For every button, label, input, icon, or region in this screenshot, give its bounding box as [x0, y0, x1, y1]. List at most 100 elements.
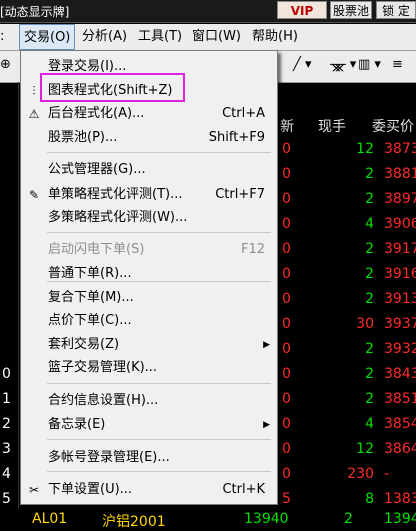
latest-price: 0 [282, 166, 291, 182]
menu-item-label: 备忘录(E) [48, 417, 106, 432]
volume: 12 [356, 141, 374, 157]
table-row[interactable]: AL01 沪铝2001 13940 2 1394 [0, 509, 416, 531]
title-bar: [动态显示牌] VIP 股票池 锁 定 [0, 0, 416, 23]
bid-price: 3913.0 [384, 291, 416, 307]
volume: 2 [365, 191, 374, 207]
menu-item-label: 篮子交易管理(K)... [48, 360, 158, 375]
toolbar-edge-icon[interactable]: ⊕ [0, 57, 11, 72]
menu-tools[interactable]: 工具(T) [138, 24, 182, 50]
lock-button[interactable]: 锁 定 [376, 1, 416, 19]
menu-item-label: 公式管理器(G)... [48, 162, 146, 177]
volume: 2 [365, 166, 374, 182]
menu-item-label: 多策略程式化评测(W)... [48, 210, 188, 225]
menu-item[interactable]: 点价下单(C)... [21, 310, 277, 332]
volume: 2 [365, 391, 374, 407]
bid-price: 3897.0 [384, 191, 416, 207]
menu-item[interactable]: 篮子交易管理(K)... [21, 357, 277, 379]
submenu-arrow-icon: ▶ [263, 340, 270, 350]
menu-separator [47, 383, 271, 384]
menu-item-shortcut: Shift+F9 [208, 130, 265, 145]
volume: 2 [365, 241, 374, 257]
menu-item[interactable]: 公式管理器(G)... [21, 159, 277, 181]
menu-separator [47, 232, 271, 233]
menu-item[interactable]: 备忘录(E) ▶ [21, 414, 277, 436]
bid-price: 1394 [384, 511, 416, 527]
row-index: 1 [2, 391, 11, 407]
menu-item[interactable]: 股票池(P)... Shift+F9 [21, 127, 277, 149]
menu-item[interactable]: 套利交易(Z) ▶ [21, 334, 277, 356]
latest-price: 0 [282, 191, 291, 207]
bid-price: 3873.0 [384, 141, 416, 157]
bid-price: 3881.0 [384, 166, 416, 182]
menu-item-label: 后台程式化(A)... [48, 106, 145, 121]
bid-price: 3843.0 [384, 366, 416, 382]
menu-item[interactable]: 多策略程式化评测(W)... [21, 207, 277, 229]
menu-separator [47, 152, 271, 153]
volume: 8 [365, 491, 374, 507]
vip-button[interactable]: VIP [277, 1, 327, 19]
row-index: 4 [2, 466, 11, 482]
volume: 4 [365, 416, 374, 432]
row-index: 5 [2, 491, 11, 507]
latest-price: 0 [282, 216, 291, 232]
contract-code: AL01 [32, 511, 68, 527]
menu-item-label: 多帐号登录管理(E)... [48, 450, 170, 465]
menu-item-shortcut: F12 [240, 242, 265, 257]
menu-item-label: 套利交易(Z) [48, 337, 120, 352]
stock-pool-button[interactable]: 股票池 [330, 1, 372, 19]
warning-icon: ⚠ [28, 107, 40, 121]
bid-price: - [384, 466, 390, 482]
menu-item-label: 合约信息设置(H)... [48, 393, 159, 408]
row-index: 3 [2, 441, 11, 457]
menu-item[interactable]: 合约信息设置(H)... [21, 390, 277, 412]
latest-price: 5 [282, 491, 291, 507]
menu-item-shortcut: Ctrl+A [222, 106, 265, 121]
menu-item-label: 单策略程式化评测(T)... [48, 187, 183, 202]
window-title: [动态显示牌] [0, 5, 70, 19]
trade-menu: 登录交易(I)... ⫶ 图表程式化(Shift+Z) ⚠ 后台程式化(A)... Ctr… [20, 50, 278, 505]
menu-separator [47, 471, 271, 472]
menu-item[interactable]: 复合下单(M)... [21, 287, 277, 309]
menu-item[interactable]: 多帐号登录管理(E)... [21, 447, 277, 469]
latest-price: 0 [282, 241, 291, 257]
line-style-icon[interactable]: ╱ ▾ [293, 57, 311, 72]
menu-trade[interactable]: 交易(O) [19, 24, 75, 50]
latest-price: 0 [282, 366, 291, 382]
latest-price: 0 [282, 391, 291, 407]
volume: 30 [356, 316, 374, 332]
menu-item-label: 下单设置(U)... [48, 482, 133, 497]
menu-item[interactable]: ✂ 下单设置(U)... Ctrl+K [21, 479, 277, 501]
volume: 2 [365, 266, 374, 282]
menu-item-label: 复合下单(M)... [48, 290, 134, 305]
row-index: 0 [2, 366, 11, 382]
align-icon[interactable]: ≡ [392, 57, 403, 72]
bid-price: 3917.0 [384, 241, 416, 257]
bid-price: 3916.0 [384, 266, 416, 282]
bid-price: 3864.0 [384, 441, 416, 457]
menu-item-label: 股票池(P)... [48, 130, 118, 145]
contract-name: 沪铝2001 [102, 514, 166, 530]
scissors-icon: ✂ [28, 483, 40, 497]
grid-icon[interactable]: ᚘ ▾ [330, 57, 356, 72]
menu-window[interactable]: 窗口(W) [192, 24, 241, 50]
columns-icon[interactable]: ▥ ▾ [358, 57, 381, 72]
bid-price: 1383 [384, 491, 416, 507]
volume: 2 [344, 511, 353, 527]
menu-bar: : 交易(O) 分析(A) 工具(T) 窗口(W) 帮助(H) [0, 24, 416, 51]
menu-item[interactable]: ✎ 单策略程式化评测(T)... Ctrl+F7 [21, 184, 277, 206]
bid-price: 3906.0 [384, 216, 416, 232]
menu-analysis[interactable]: 分析(A) [82, 24, 127, 50]
menu-item[interactable]: ⚠ 后台程式化(A)... Ctrl+A [21, 103, 277, 125]
latest-price: 0 [282, 441, 291, 457]
latest-price: 0 [282, 266, 291, 282]
latest-price: 0 [282, 341, 291, 357]
menu-item-shortcut: Ctrl+K [222, 482, 265, 497]
pen-icon: ✎ [28, 188, 40, 202]
menu-help[interactable]: 帮助(H) [252, 24, 298, 50]
header-latest: 新 [280, 119, 294, 135]
latest-price: 0 [282, 141, 291, 157]
volume: 2 [365, 366, 374, 382]
volume: 2 [365, 341, 374, 357]
menu-item: 启动闪电下单(S) F12 [21, 239, 277, 261]
volume: 230 [347, 466, 374, 482]
